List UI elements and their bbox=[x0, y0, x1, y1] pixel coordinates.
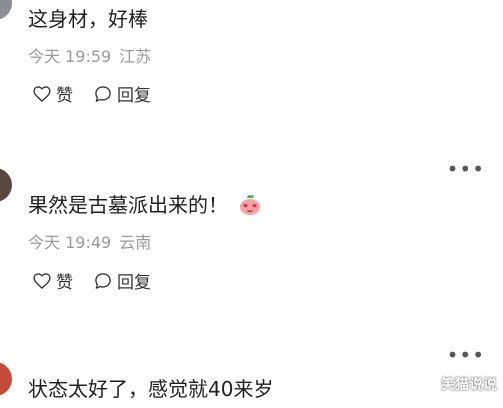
like-label: 赞 bbox=[56, 86, 73, 106]
reply-button[interactable]: 回复 bbox=[93, 81, 151, 106]
comment-location: 云南 bbox=[119, 233, 152, 252]
heart-outline-icon bbox=[33, 85, 51, 102]
more-dots-icon[interactable]: ••• bbox=[447, 345, 485, 365]
comment-text: 状态太好了，感觉就40来岁 bbox=[28, 377, 274, 401]
avatar[interactable] bbox=[0, 362, 12, 396]
comment-location: 江苏 bbox=[119, 47, 152, 66]
avatar[interactable] bbox=[0, 168, 12, 202]
speech-bubble-icon bbox=[95, 85, 111, 102]
comment-meta: 今天 19:59 江苏 bbox=[28, 47, 151, 67]
avatar[interactable] bbox=[0, 0, 12, 20]
heart-outline-icon bbox=[33, 272, 51, 289]
reply-label: 回复 bbox=[117, 273, 151, 293]
comment-text: 果然是古墓派出来的！ bbox=[28, 193, 228, 217]
comment-meta: 今天 19:49 云南 bbox=[28, 233, 151, 253]
comment-time: 今天 19:49 bbox=[28, 233, 112, 252]
watermark: 笑猫说说 bbox=[441, 377, 497, 393]
comment-text-row: 果然是古墓派出来的！ bbox=[28, 193, 262, 217]
comment-text: 这身材，好棒 bbox=[28, 7, 148, 31]
like-button[interactable]: 赞 bbox=[32, 268, 73, 293]
comment-time: 今天 19:59 bbox=[28, 47, 112, 66]
heart-eyes-peach-emoji bbox=[240, 194, 260, 215]
comment-actions: 赞 回复 bbox=[32, 81, 151, 106]
speech-bubble-icon bbox=[95, 272, 111, 289]
reply-label: 回复 bbox=[117, 86, 151, 106]
more-dots-icon[interactable]: ••• bbox=[447, 159, 485, 179]
like-label: 赞 bbox=[56, 273, 73, 293]
comment-actions: 赞 回复 bbox=[32, 268, 151, 293]
like-button[interactable]: 赞 bbox=[32, 81, 73, 106]
reply-button[interactable]: 回复 bbox=[93, 268, 151, 293]
